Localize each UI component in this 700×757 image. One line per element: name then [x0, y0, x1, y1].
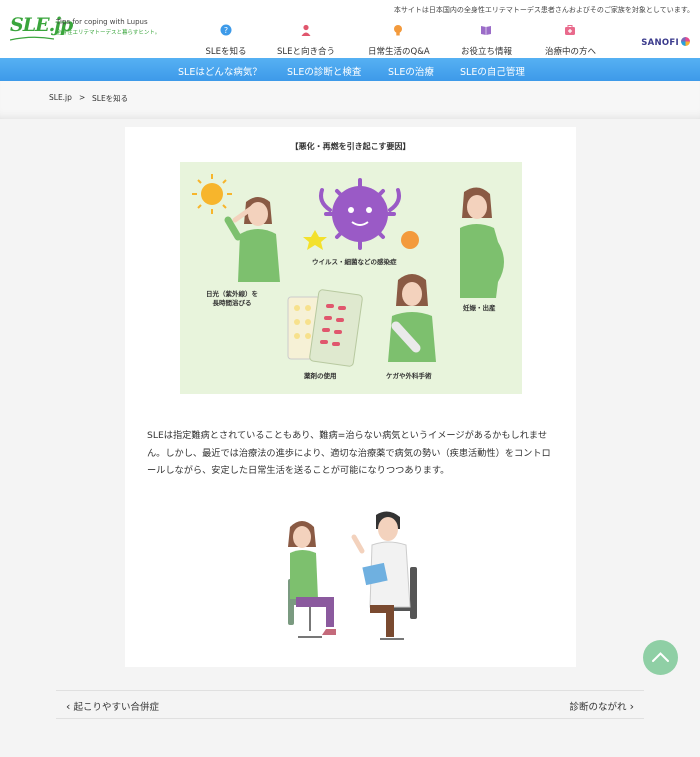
medical-bag-icon [565, 25, 575, 35]
book-icon [481, 26, 491, 35]
nav-item-useful-info[interactable]: お役立ち情報 [461, 24, 513, 58]
pregnant-woman-figure [460, 187, 504, 298]
prev-article-link[interactable]: ‹ 起こりやすい合併症 [66, 699, 159, 713]
nav-item-face-sle[interactable]: SLEと向き合う [276, 24, 336, 58]
nav-label: 日常生活のQ&A [368, 47, 430, 57]
article-pager: ‹ 起こりやすい合併症 診断のながれ › [56, 690, 644, 719]
flare-factors-drawing [192, 174, 504, 367]
subnav-self-management[interactable]: SLEの自己管理 [460, 64, 525, 78]
logo-swoosh-icon [10, 36, 54, 41]
breadcrumb-current: SLEを知る [92, 94, 129, 103]
nav-label: SLEと向き合う [276, 47, 335, 57]
label-injury: ケガや外科手術 [386, 372, 432, 380]
next-article-title: 診断のながれ [569, 702, 627, 713]
breadcrumb: SLE.jp > SLEを知る [0, 81, 700, 119]
nav-label: 治療中の方へ [545, 47, 597, 57]
label-drugs: 薬剤の使用 [304, 372, 337, 380]
main-nav: ? SLEを知る SLEと向き合う 日常生活のQ&A お役立ち情報 治療中の方へ [190, 24, 610, 57]
nav-item-know-sle[interactable]: ? SLEを知る [204, 24, 248, 58]
logo-subtitle: 全身性エリテマトーデスと暮らすヒント。 [56, 30, 161, 36]
site-logo[interactable]: SLE.jp Tips for coping with Lupus 全身性エリテ… [10, 14, 160, 44]
consultation-illustration [270, 507, 435, 647]
next-article-link[interactable]: 診断のながれ › [570, 699, 634, 713]
section-subnav: SLEはどんな病気？ SLEの診断と検査 SLEの治療 SLEの自己管理 [0, 58, 700, 81]
audience-notice: 本サイトは日本国内の全身性エリテマトーデス患者さんおよびそのご家族を対象としてい… [393, 6, 694, 14]
germ-star-icon [303, 230, 327, 250]
sun-icon [192, 174, 232, 214]
pill-packs-icon [287, 289, 363, 367]
virus-icon [319, 178, 401, 250]
label-sunlight: 日光（紫外線）を 長時間浴びる [206, 290, 258, 307]
sponsor-name: SANOFI [641, 38, 679, 48]
nav-label: お役立ち情報 [461, 47, 513, 57]
lightbulb-icon [394, 25, 402, 36]
label-pregnancy: 妊娠・出産 [463, 304, 496, 312]
chevron-left-icon: ‹ [66, 700, 71, 713]
content-card: 【悪化・再燃を引き起こす要因】 日光（紫外線）を 長時間浴びる ウイルス・細菌な… [125, 127, 576, 667]
sanofi-logo-icon [681, 37, 690, 46]
woman-sunlight-figure [224, 197, 280, 282]
svg-text:?: ? [224, 26, 228, 35]
subnav-diagnosis[interactable]: SLEの診断と検査 [287, 64, 361, 78]
sponsor-logo[interactable]: SANOFI [641, 37, 690, 48]
germ-orange-icon [401, 231, 419, 249]
subnav-what-is-sle[interactable]: SLEはどんな病気？ [178, 64, 262, 78]
back-to-top-button[interactable] [643, 640, 678, 675]
nav-label: SLEを知る [205, 47, 247, 57]
logo-tagline: Tips for coping with Lupus [56, 18, 148, 26]
label-infection: ウイルス・細菌などの感染症 [312, 258, 397, 266]
flare-factors-illustration: 日光（紫外線）を 長時間浴びる ウイルス・細菌などの感染症 妊娠・出産 薬剤の使用… [180, 162, 522, 394]
prev-article-title: 起こりやすい合併症 [73, 702, 159, 713]
nav-item-under-treatment[interactable]: 治療中の方へ [545, 24, 597, 58]
injured-woman-figure [388, 274, 436, 362]
nav-item-daily-qa[interactable]: 日常生活のQ&A [368, 24, 430, 58]
question-icon: ? [220, 24, 232, 36]
site-header: 本サイトは日本国内の全身性エリテマトーデス患者さんおよびそのご家族を対象としてい… [0, 0, 700, 58]
patient-doctor-drawing [288, 511, 417, 640]
figure-caption: 【悪化・再燃を引き起こす要因】 [290, 142, 411, 151]
person-icon [301, 24, 311, 36]
breadcrumb-separator: > [79, 93, 86, 102]
chevron-up-icon [652, 652, 669, 662]
subnav-treatment[interactable]: SLEの治療 [388, 64, 434, 78]
chevron-right-icon: › [629, 700, 634, 713]
body-paragraph: SLEは指定難病とされていることもあり、難病=治らない病気というイメージがあるか… [147, 430, 551, 476]
breadcrumb-home[interactable]: SLE.jp [49, 93, 72, 102]
